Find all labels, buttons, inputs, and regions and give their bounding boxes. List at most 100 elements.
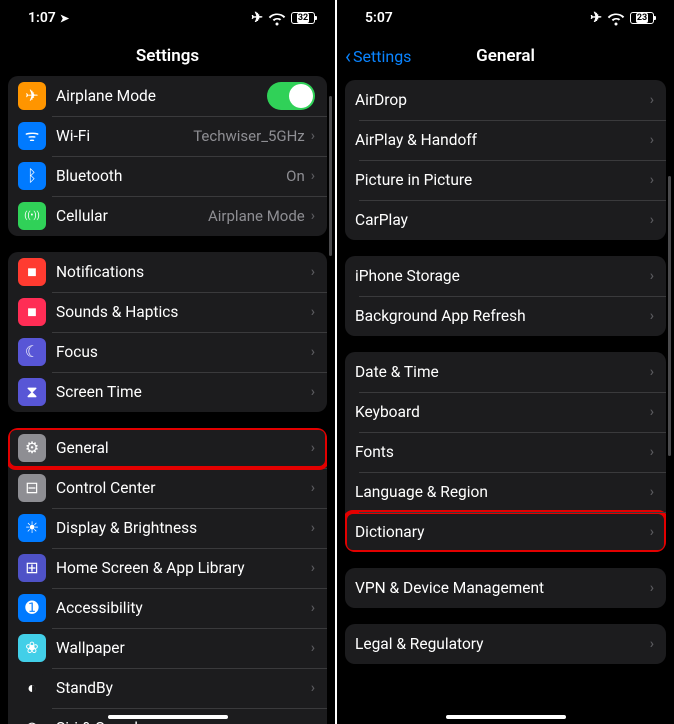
row-cellular[interactable]: ((•)) CellularAirplane Mode › bbox=[8, 196, 327, 236]
settings-list[interactable]: ✈︎Airplane ModeᯤWi-FiTechwiser_5GHz›ᛒBlu… bbox=[0, 76, 335, 724]
row-legal-regulatory[interactable]: Legal & Regulatory› bbox=[345, 624, 666, 664]
row-label: Siri & Search bbox=[56, 719, 311, 724]
row-label: Picture in Picture bbox=[355, 171, 650, 189]
hourglass-icon: ⧗ bbox=[18, 378, 46, 406]
antenna-icon: ((•)) bbox=[18, 202, 46, 230]
battery-icon: 32 bbox=[291, 12, 315, 24]
row-detail: Techwiser_5GHz bbox=[193, 127, 305, 145]
row-sounds-haptics[interactable]: ■Sounds & Haptics› bbox=[8, 292, 327, 332]
row-display-brightness[interactable]: ☀Display & Brightness› bbox=[8, 508, 327, 548]
row-airdrop[interactable]: AirDrop› bbox=[345, 80, 666, 120]
row-label: Legal & Regulatory bbox=[355, 635, 650, 653]
wifi-status-icon bbox=[268, 9, 286, 27]
row-bluetooth[interactable]: ᛒBluetoothOn› bbox=[8, 156, 327, 196]
toggle[interactable] bbox=[267, 82, 315, 110]
row-label: Focus bbox=[56, 343, 311, 361]
row-airplay-handoff[interactable]: AirPlay & Handoff› bbox=[345, 120, 666, 160]
row-label: Fonts bbox=[355, 443, 650, 461]
settings-group: ✈︎Airplane ModeᯤWi-FiTechwiser_5GHz›ᛒBlu… bbox=[8, 76, 327, 236]
row-background-app-refresh[interactable]: Background App Refresh› bbox=[345, 296, 666, 336]
sun-icon: ☀ bbox=[18, 514, 46, 542]
row-detail: Airplane Mode bbox=[208, 207, 305, 225]
general-screen: 5:07 ✈︎ 23 ‹ Settings General AirDrop›Ai… bbox=[337, 0, 674, 724]
row-date-time[interactable]: Date & Time› bbox=[345, 352, 666, 392]
row-label: Home Screen & App Library bbox=[56, 559, 311, 577]
chevron-right-icon: › bbox=[650, 132, 654, 148]
chevron-right-icon: › bbox=[311, 720, 315, 724]
chevron-right-icon: › bbox=[311, 384, 315, 400]
row-dictionary[interactable]: Dictionary› bbox=[345, 512, 666, 552]
chevron-right-icon: › bbox=[311, 264, 315, 280]
wifi-icon: ᯤ bbox=[18, 122, 46, 150]
chevron-right-icon: › bbox=[311, 440, 315, 456]
row-focus[interactable]: ☾Focus› bbox=[8, 332, 327, 372]
settings-group: Date & Time›Keyboard›Fonts›Language & Re… bbox=[345, 352, 666, 552]
row-home-screen[interactable]: ⊞ Home Screen & App Library› bbox=[8, 548, 327, 588]
home-indicator[interactable] bbox=[108, 715, 228, 719]
chevron-right-icon: › bbox=[311, 640, 315, 656]
row-label: Background App Refresh bbox=[355, 307, 650, 325]
chevron-right-icon: › bbox=[650, 268, 654, 284]
chevron-right-icon: › bbox=[311, 208, 315, 224]
row-label: Notifications bbox=[56, 263, 311, 281]
row-standby[interactable]: ◐StandBy› bbox=[8, 668, 327, 708]
nav-header: Settings bbox=[0, 36, 335, 76]
row-keyboard[interactable]: Keyboard› bbox=[345, 392, 666, 432]
wifi-status-icon bbox=[607, 9, 625, 27]
chevron-right-icon: › bbox=[311, 480, 315, 496]
row-general[interactable]: ⚙ General› bbox=[8, 428, 327, 468]
chevron-right-icon: › bbox=[311, 344, 315, 360]
row-screen-time[interactable]: ⧗Screen Time› bbox=[8, 372, 327, 412]
chevron-right-icon: › bbox=[311, 680, 315, 696]
row-fonts[interactable]: Fonts› bbox=[345, 432, 666, 472]
chevron-right-icon: › bbox=[311, 520, 315, 536]
speaker-icon: ■ bbox=[18, 298, 46, 326]
row-label: General bbox=[56, 439, 311, 457]
row-label: Dictionary bbox=[355, 523, 650, 541]
chevron-right-icon: › bbox=[650, 212, 654, 228]
bell-icon: ■ bbox=[18, 258, 46, 286]
bluetooth-icon: ᛒ bbox=[18, 162, 46, 190]
chevron-right-icon: › bbox=[650, 172, 654, 188]
back-label: Settings bbox=[353, 47, 411, 66]
row-wallpaper[interactable]: ❀ Wallpaper› bbox=[8, 628, 327, 668]
row-label: AirDrop bbox=[355, 91, 650, 109]
gear-icon: ⚙ bbox=[18, 434, 46, 462]
scroll-indicator[interactable] bbox=[668, 176, 671, 456]
settings-group: ⚙General›⊟Control Center›☀Display & Brig… bbox=[8, 428, 327, 724]
row-iphone-storage[interactable]: iPhone Storage› bbox=[345, 256, 666, 296]
chevron-right-icon: › bbox=[650, 404, 654, 420]
chevron-right-icon: › bbox=[650, 364, 654, 380]
scroll-indicator[interactable] bbox=[329, 96, 332, 256]
grid-icon: ⊞ bbox=[18, 554, 46, 582]
row-notifications[interactable]: ■ Notifications› bbox=[8, 252, 327, 292]
chevron-right-icon: › bbox=[311, 128, 315, 144]
row-carplay[interactable]: CarPlay› bbox=[345, 200, 666, 240]
chevron-right-icon: › bbox=[650, 92, 654, 108]
row-vpn-device-management[interactable]: VPN & Device Management› bbox=[345, 568, 666, 608]
chevron-right-icon: › bbox=[311, 560, 315, 576]
row-label: StandBy bbox=[56, 679, 311, 697]
battery-icon: 23 bbox=[630, 12, 654, 24]
settings-group: Legal & Regulatory› bbox=[345, 624, 666, 664]
flower-icon: ❀ bbox=[18, 634, 46, 662]
clock: 5:07 bbox=[365, 10, 393, 26]
row-label: Control Center bbox=[56, 479, 311, 497]
row-label: Cellular bbox=[56, 207, 208, 225]
back-button[interactable]: ‹ Settings bbox=[345, 46, 411, 66]
general-list[interactable]: AirDrop›AirPlay & Handoff›Picture in Pic… bbox=[337, 76, 674, 724]
settings-screen: 1:07 ➤ ✈︎ 32 Settings ✈︎Airplane ModeᯤWi… bbox=[0, 0, 337, 724]
chevron-right-icon: › bbox=[311, 304, 315, 320]
home-indicator[interactable] bbox=[446, 715, 566, 719]
row-accessibility[interactable]: ➊Accessibility› bbox=[8, 588, 327, 628]
chevron-right-icon: › bbox=[650, 524, 654, 540]
row-label: Wallpaper bbox=[56, 639, 311, 657]
row-picture-in-picture[interactable]: Picture in Picture› bbox=[345, 160, 666, 200]
row-wifi[interactable]: ᯤWi-FiTechwiser_5GHz› bbox=[8, 116, 327, 156]
settings-group: ■Notifications›■Sounds & Haptics›☾Focus›… bbox=[8, 252, 327, 412]
row-language-region[interactable]: Language & Region› bbox=[345, 472, 666, 512]
row-label: Keyboard bbox=[355, 403, 650, 421]
page-title: General bbox=[476, 46, 535, 66]
row-control-center[interactable]: ⊟Control Center› bbox=[8, 468, 327, 508]
row-airplane-mode[interactable]: ✈︎Airplane Mode bbox=[8, 76, 327, 116]
